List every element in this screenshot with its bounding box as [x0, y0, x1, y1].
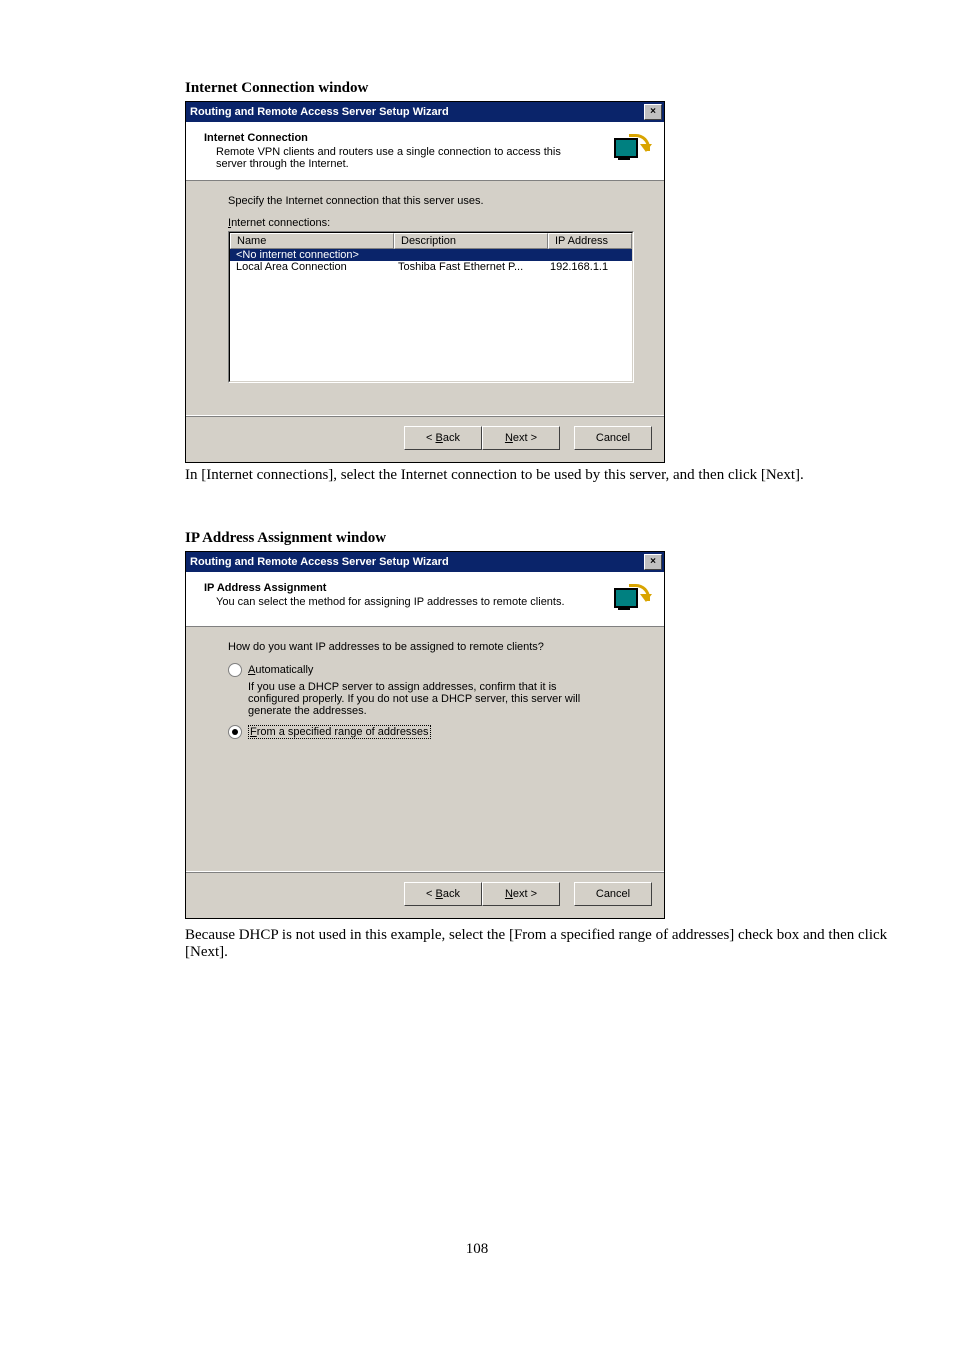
back-button[interactable]: < Back: [404, 426, 482, 450]
cancel-button[interactable]: Cancel: [574, 426, 652, 450]
section-heading-2: IP Address Assignment window: [185, 530, 954, 547]
cell-name: Local Area Connection: [230, 261, 392, 273]
radio-from-range[interactable]: From a specified range of addresses: [228, 725, 634, 739]
col-ip[interactable]: IP Address: [548, 233, 632, 249]
page-number: 108: [0, 1241, 954, 1258]
instruction-text: Specify the Internet connection that thi…: [228, 195, 634, 207]
table-row[interactable]: <No internet connection>: [230, 249, 632, 261]
col-description[interactable]: Description: [394, 233, 548, 249]
radio-auto-desc: If you use a DHCP server to assign addre…: [248, 681, 608, 717]
wizard-icon: [612, 132, 650, 166]
cell-ip: [544, 249, 632, 261]
question-text: How do you want IP addresses to be assig…: [228, 641, 634, 653]
list-label: Internet connections:: [228, 217, 634, 229]
titlebar-text: Routing and Remote Access Server Setup W…: [190, 556, 449, 568]
close-icon[interactable]: ×: [644, 554, 662, 570]
titlebar: Routing and Remote Access Server Setup W…: [186, 552, 664, 572]
cancel-button[interactable]: Cancel: [574, 882, 652, 906]
wizard-header-title: Internet Connection: [204, 132, 604, 144]
wizard-header: Internet Connection Remote VPN clients a…: [186, 122, 664, 181]
section-heading-1: Internet Connection window: [185, 80, 954, 97]
back-button[interactable]: < Back: [404, 882, 482, 906]
col-name[interactable]: Name: [230, 233, 394, 249]
radio-label: From a specified range of addresses: [248, 725, 431, 739]
section-caption-1: In [Internet connections], select the In…: [185, 467, 895, 484]
cell-ip: 192.168.1.1: [544, 261, 632, 273]
table-row[interactable]: Local Area ConnectionToshiba Fast Ethern…: [230, 261, 632, 273]
radio-automatically[interactable]: Automatically: [228, 663, 634, 677]
cell-desc: [392, 249, 544, 261]
titlebar-text: Routing and Remote Access Server Setup W…: [190, 106, 449, 118]
section-caption-2: Because DHCP is not used in this example…: [185, 927, 895, 961]
wizard-icon: [612, 582, 650, 616]
wizard-header: IP Address Assignment You can select the…: [186, 572, 664, 627]
wizard-header-title: IP Address Assignment: [204, 582, 604, 594]
radio-icon: [228, 725, 242, 739]
wizard-header-sub: You can select the method for assigning …: [216, 596, 576, 608]
titlebar: Routing and Remote Access Server Setup W…: [186, 102, 664, 122]
listview-header: Name Description IP Address: [230, 233, 632, 249]
cell-name: <No internet connection>: [230, 249, 392, 261]
cell-desc: Toshiba Fast Ethernet P...: [392, 261, 544, 273]
wizard-header-sub: Remote VPN clients and routers use a sin…: [216, 146, 576, 170]
next-button[interactable]: Next >: [482, 882, 560, 906]
close-icon[interactable]: ×: [644, 104, 662, 120]
dialog-internet-connection: Routing and Remote Access Server Setup W…: [185, 101, 665, 463]
connections-listview[interactable]: Name Description IP Address <No internet…: [228, 231, 634, 383]
next-button[interactable]: Next >: [482, 426, 560, 450]
dialog-ip-assignment: Routing and Remote Access Server Setup W…: [185, 551, 665, 919]
radio-icon: [228, 663, 242, 677]
radio-label: Automatically: [248, 664, 313, 676]
